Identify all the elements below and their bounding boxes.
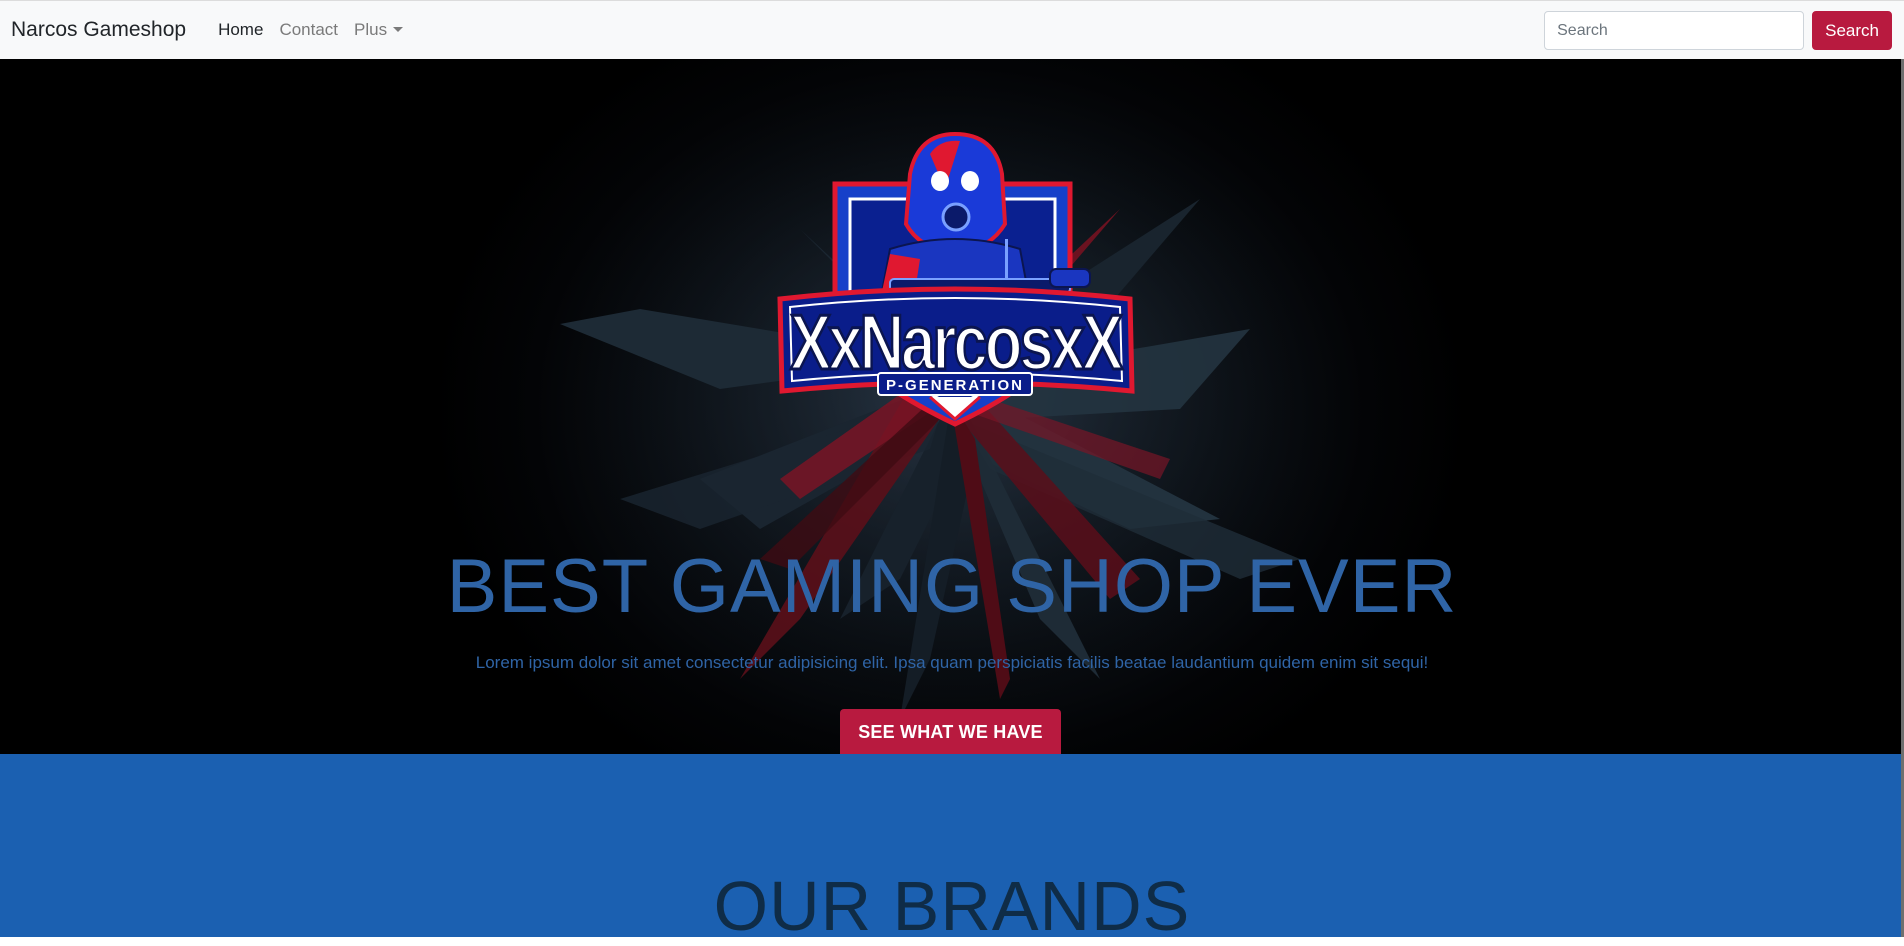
nav-link-contact[interactable]: Contact	[271, 20, 346, 40]
brands-title: OUR BRANDS	[713, 867, 1191, 945]
caret-down-icon	[393, 27, 404, 32]
brands-section: OUR BRANDS	[0, 754, 1904, 945]
navbar: Narcos Gameshop Home Contact Plus Search	[0, 0, 1904, 59]
nav-link-home[interactable]: Home	[210, 20, 271, 40]
nav-dropdown-plus-label: Plus	[354, 20, 388, 39]
hero-title: BEST GAMING SHOP EVER	[446, 544, 1458, 629]
hero-subtitle: Lorem ipsum dolor sit amet consectetur a…	[475, 653, 1429, 672]
svg-text:P-GENERATION: P-GENERATION	[886, 377, 1024, 394]
search-input[interactable]	[1544, 11, 1805, 50]
search-form: Search	[1544, 11, 1892, 50]
xxnarcosxx-logo: XxNarcosxX P-GENERATION	[770, 129, 1140, 454]
nav-dropdown-plus[interactable]: Plus	[346, 20, 411, 40]
nav-links: Home Contact Plus	[210, 20, 411, 40]
see-what-we-have-button[interactable]: SEE WHAT WE HAVE	[840, 709, 1061, 754]
brand-link[interactable]: Narcos Gameshop	[11, 18, 186, 42]
hero-section: XxNarcosxX P-GENERATION BEST GAMING SHOP…	[0, 59, 1904, 754]
gasmask-soldier-icon: XxNarcosxX P-GENERATION	[777, 131, 1135, 427]
search-button[interactable]: Search	[1812, 11, 1892, 50]
